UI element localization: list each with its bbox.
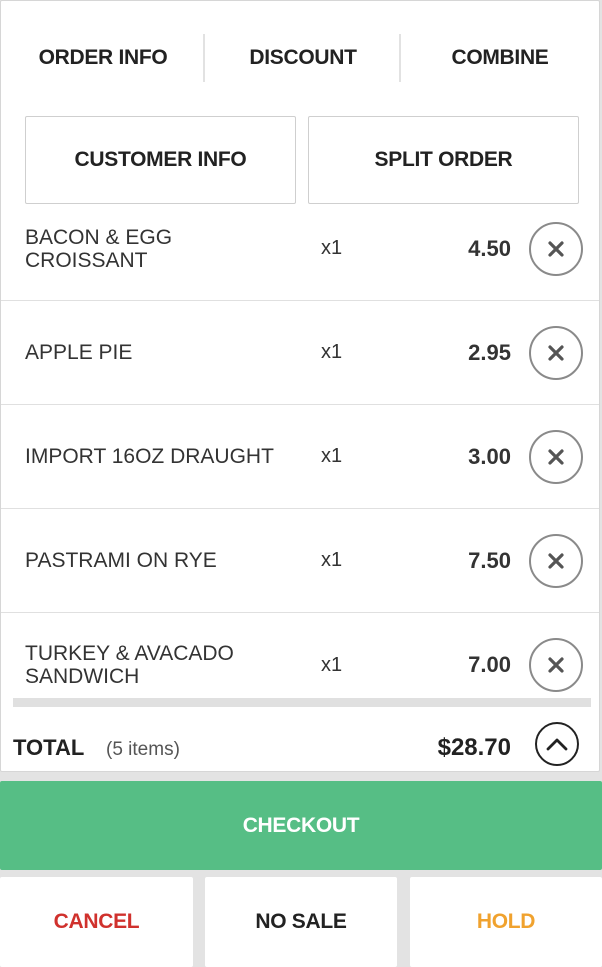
order-item-row[interactable]: BACON & EGG CROISSANT x1 4.50	[1, 197, 599, 301]
remove-item-button[interactable]	[529, 430, 583, 484]
hold-button[interactable]: HOLD	[410, 877, 602, 967]
item-quantity: x1	[321, 549, 343, 571]
item-quantity: x1	[321, 341, 343, 363]
item-price: 7.50	[468, 547, 511, 573]
chevron-up-icon	[546, 738, 568, 751]
split-order-button[interactable]: SPLIT ORDER	[308, 116, 579, 204]
checkout-button[interactable]: CHECKOUT	[0, 781, 602, 870]
remove-item-button[interactable]	[529, 326, 583, 380]
order-panel: ORDER INFO DISCOUNT COMBINE CUSTOMER INF…	[0, 0, 600, 772]
item-name: BACON & EGG CROISSANT	[25, 225, 173, 272]
order-item-row[interactable]: PASTRAMI ON RYE x1 7.50	[1, 509, 599, 613]
tab-discount[interactable]: DISCOUNT	[205, 36, 401, 80]
cancel-button[interactable]: CANCEL	[0, 877, 193, 967]
close-x-icon	[548, 553, 564, 569]
close-x-icon	[548, 449, 564, 465]
close-x-icon	[548, 241, 564, 257]
remove-item-button[interactable]	[529, 222, 583, 276]
expand-total-button[interactable]	[535, 722, 579, 766]
total-amount: $28.70	[437, 734, 511, 761]
remove-item-button[interactable]	[529, 534, 583, 588]
item-name: PASTRAMI ON RYE	[25, 549, 217, 572]
total-label: TOTAL	[13, 735, 85, 760]
order-total-row: TOTAL (5 items) $28.70	[1, 707, 599, 771]
remove-item-button[interactable]	[529, 638, 583, 692]
close-x-icon	[548, 345, 564, 361]
item-quantity: x1	[321, 445, 343, 467]
close-x-icon	[548, 657, 564, 673]
tab-order-info[interactable]: ORDER INFO	[1, 36, 205, 80]
list-scroll-edge	[13, 698, 591, 707]
order-item-row[interactable]: IMPORT 16OZ DRAUGHT x1 3.00	[1, 405, 599, 509]
item-name: APPLE PIE	[25, 341, 133, 364]
order-tabs: ORDER INFO DISCOUNT COMBINE	[1, 1, 599, 113]
total-item-count: (5 items)	[106, 739, 180, 760]
item-quantity: x1	[321, 237, 343, 259]
customer-info-button[interactable]: CUSTOMER INFO	[25, 116, 296, 204]
item-price: 2.95	[468, 339, 511, 365]
item-price: 3.00	[468, 443, 511, 469]
no-sale-button[interactable]: NO SALE	[205, 877, 397, 967]
item-name: IMPORT 16OZ DRAUGHT	[25, 445, 274, 468]
order-item-row[interactable]: APPLE PIE x1 2.95	[1, 301, 599, 405]
item-price: 4.50	[468, 235, 511, 261]
tab-combine[interactable]: COMBINE	[401, 36, 599, 80]
